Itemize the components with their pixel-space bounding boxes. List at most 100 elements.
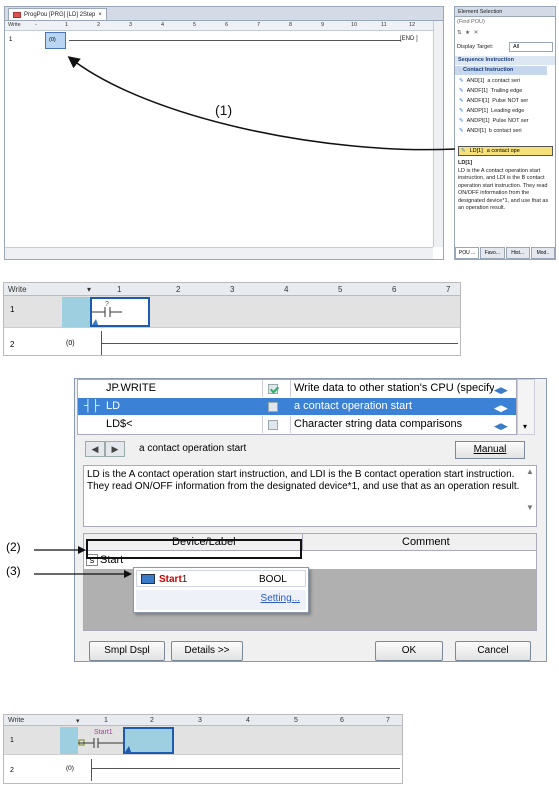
callout-2: (2): [6, 540, 21, 554]
instruction-row[interactable]: JP.WRITE Write data to other station's C…: [78, 380, 516, 397]
instruction-description: LD is the A contact operation start inst…: [83, 465, 537, 527]
instruction-icon: ✎: [461, 148, 466, 154]
instruction-name: LD[1]: [469, 148, 483, 154]
instruction-name: LD$<: [106, 418, 133, 430]
write-mode-label: Write: [8, 285, 27, 294]
selected-cell[interactable]: ?: [90, 297, 150, 327]
vertical-scrollbar[interactable]: [433, 21, 443, 247]
checkbox[interactable]: [268, 402, 278, 412]
chevron-down-icon[interactable]: ▾: [87, 285, 91, 294]
step-number: (0): [49, 37, 56, 43]
panel-ladder-result: Write ▾ 1 2 3 4 5 6 7 Start1 1 2 (0): [0, 708, 559, 794]
display-target-select[interactable]: All: [509, 42, 553, 52]
col-header: 8: [289, 22, 293, 28]
smpl-dspl-button[interactable]: Smpl Dspl: [89, 641, 165, 661]
instruction-list-item[interactable]: ✎ ANDI[1] b contact seri: [459, 127, 549, 134]
instruction-list-item-selected[interactable]: ✎ LD[1] a contact ope: [458, 146, 553, 156]
editor-tab[interactable]: ProgPou [PRG] [LD] 2Step ×: [8, 8, 107, 20]
col-header: 2: [97, 22, 101, 28]
filter-icon[interactable]: ⇅: [457, 30, 463, 36]
instruction-desc: a contact seri: [487, 78, 521, 84]
description-text: LD is the A contact operation start inst…: [458, 167, 549, 212]
description-text: LD is the A contact operation start inst…: [87, 469, 520, 492]
expand-arrows-icon[interactable]: ◀▶: [494, 418, 508, 435]
instruction-icon: ✎: [459, 108, 464, 114]
list-scrollbar[interactable]: ▾: [517, 379, 535, 435]
instruction-list-item[interactable]: ✎ ANDPI[1] Pulse NOT ser: [459, 117, 549, 126]
manual-button[interactable]: Manual: [455, 441, 525, 459]
chevron-down-icon[interactable]: ▾: [76, 717, 80, 725]
label-icon: [141, 574, 155, 584]
col-header: 6: [392, 285, 397, 294]
autocomplete-popup: Start1 BOOL Setting...: [133, 567, 309, 613]
favorite-icon[interactable]: ★: [465, 30, 471, 36]
instruction-list-item[interactable]: ✎ ANDP[1] Leading edge: [459, 107, 549, 116]
instruction-name: ANDP[1]: [466, 108, 489, 114]
instruction-desc: a contact ope: [486, 148, 520, 154]
col-header: 7: [446, 285, 451, 294]
checkbox[interactable]: [268, 384, 278, 394]
editor-tab-title: ProgPou [PRG] [LD] 2Step: [24, 11, 96, 18]
instruction-list-item[interactable]: ✎ ANDFI[1] Pulse NOT ser: [459, 97, 549, 106]
find-pou-input[interactable]: (Find POU): [457, 19, 553, 28]
category-contact[interactable]: Contact Instruction: [455, 66, 547, 75]
display-target-label: Display Target:: [457, 44, 494, 50]
editor-tab-bar: ProgPou [PRG] [LD] 2Step ×: [5, 7, 443, 21]
left-power-rail: [91, 759, 92, 781]
selected-cell[interactable]: [123, 727, 174, 754]
contact-placeholder: ?: [105, 301, 109, 308]
instruction-row-selected[interactable]: ┤├ LD a contact operation start ◀▶: [78, 398, 516, 415]
autocomplete-type: BOOL: [259, 574, 287, 585]
ladder-editor-window: ProgPou [PRG] [LD] 2Step × Write - 1 2 3…: [4, 6, 444, 260]
instruction-description: LD[1] LD is the A contact operation star…: [458, 160, 553, 242]
display-target-value: All: [513, 44, 520, 50]
chevron-down-icon[interactable]: ▾: [523, 422, 527, 431]
instruction-desc: b contact seri: [488, 128, 522, 134]
program-icon: [13, 11, 21, 18]
instruction-row[interactable]: LD$< Character string data comparisons ◀…: [78, 416, 516, 433]
horizontal-scrollbar[interactable]: [5, 247, 433, 259]
expand-arrows-icon[interactable]: ◀▶: [494, 400, 508, 417]
row-number: 1: [10, 737, 14, 744]
instruction-desc: Trailing edge: [490, 88, 523, 94]
end-instruction: [END ]: [400, 36, 418, 42]
nav-buttons: ◀ ▶: [85, 441, 125, 457]
instruction-desc: Pulse NOT ser: [492, 98, 529, 104]
category-sequence[interactable]: Sequence Instruction: [455, 56, 555, 65]
chevron-down-icon[interactable]: -: [35, 22, 37, 28]
expand-arrows-icon[interactable]: ◀▶: [494, 382, 508, 399]
instruction-icon: ✎: [459, 128, 464, 134]
enter-symbol-dialog: JP.WRITE Write data to other station's C…: [74, 378, 547, 662]
setting-link[interactable]: Setting...: [261, 593, 300, 604]
delete-icon[interactable]: ✕: [474, 30, 480, 36]
description-title: LD[1]: [458, 160, 473, 166]
col-header: 3: [129, 22, 133, 28]
autocomplete-item[interactable]: Start1 BOOL: [136, 570, 306, 587]
pane-toolbar: ⇅ ★ ✕: [457, 30, 553, 40]
instruction-list-item[interactable]: ✎ AND[1] a contact seri: [459, 77, 549, 86]
next-button[interactable]: ▶: [105, 441, 125, 457]
row-header-highlight: [62, 297, 90, 327]
ok-button[interactable]: OK: [375, 641, 443, 661]
instruction-list-item[interactable]: ✎ ANDF[1] Trailing edge: [459, 87, 549, 96]
instruction-name: ANDFI[1]: [466, 98, 490, 104]
tab-history[interactable]: Hist...: [505, 247, 530, 259]
description-scrollbar[interactable]: ▲ ▼: [524, 466, 536, 526]
checkbox[interactable]: [268, 420, 278, 430]
tab-module[interactable]: Mod..: [530, 247, 555, 259]
cancel-button[interactable]: Cancel: [455, 641, 531, 661]
row-number: 2: [10, 767, 14, 774]
panel-instruction-dialog: JP.WRITE Write data to other station's C…: [0, 370, 559, 670]
column-divider: [302, 534, 303, 551]
ladder-rung-line: [102, 343, 458, 344]
ladder-rung-line: [69, 40, 401, 41]
input-highlight-box: [86, 539, 302, 559]
tab-pou[interactable]: POU ...: [455, 247, 480, 259]
col-header: 10: [351, 22, 358, 28]
close-icon[interactable]: ×: [98, 9, 102, 21]
instruction-name: ANDI[1]: [466, 128, 486, 134]
tab-favorites[interactable]: Favo...: [480, 247, 505, 259]
prev-button[interactable]: ◀: [85, 441, 105, 457]
cursor-marker: [125, 746, 131, 752]
details-button[interactable]: Details >>: [171, 641, 243, 661]
